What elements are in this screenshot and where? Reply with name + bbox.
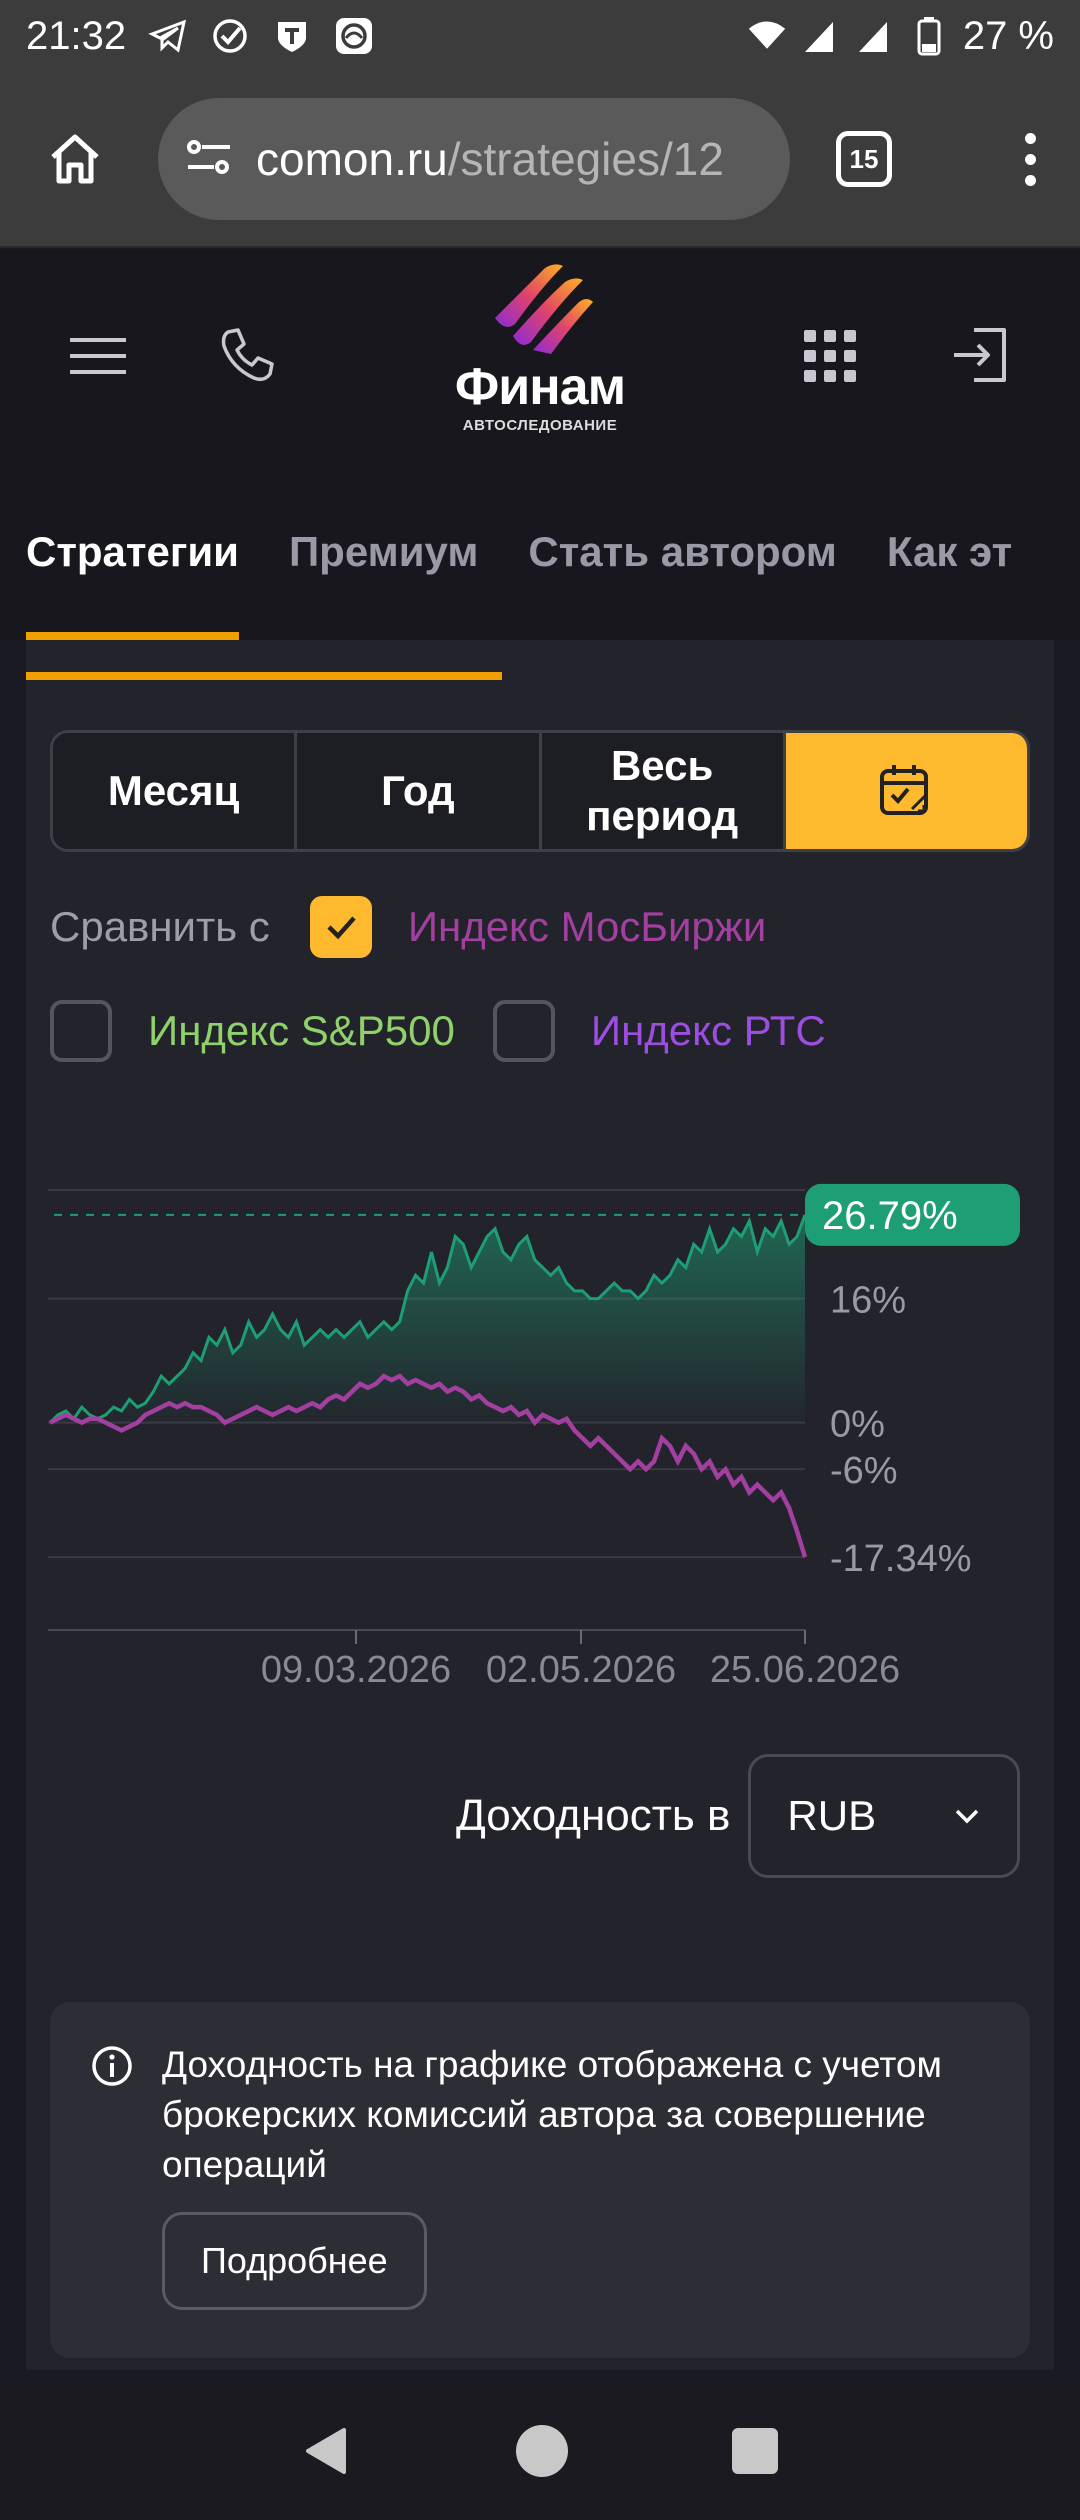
system-navigation-bar	[0, 2382, 1080, 2520]
wifi-icon	[747, 16, 787, 56]
url-host: comon.ru	[256, 133, 448, 185]
info-icon	[90, 2044, 134, 2093]
battery-icon	[909, 16, 949, 56]
hamburger-menu-icon[interactable]	[68, 336, 128, 381]
rts-label[interactable]: Индекс РТС	[591, 1007, 826, 1055]
logo-name: Финам	[454, 358, 626, 416]
x-tick-label: 09.03.2026	[261, 1649, 451, 1691]
signal-icon-2	[855, 16, 895, 56]
currency-select[interactable]: RUB	[748, 1754, 1021, 1878]
period-selector: Месяц Год Весь период	[50, 730, 1030, 852]
status-time: 21:32	[26, 13, 127, 58]
calendar-icon	[880, 765, 929, 815]
browser-menu-icon[interactable]	[1010, 132, 1050, 186]
signal-icon	[801, 16, 841, 56]
finam-logo[interactable]: Финам АВТОСЛЕДОВАНИЕ	[440, 258, 640, 438]
compare-label: Сравнить с	[50, 903, 270, 950]
phone-icon[interactable]	[218, 326, 276, 389]
check-circle-icon	[210, 16, 250, 56]
moex-checkbox[interactable]	[309, 896, 372, 958]
recents-icon[interactable]	[730, 2426, 780, 2476]
compare-row-2: Индекс S&P500 Индекс РТС	[50, 1000, 826, 1062]
tab-become-author[interactable]: Стать автором	[528, 520, 836, 640]
period-all-button[interactable]: Весь период	[541, 733, 786, 849]
chevron-down-icon	[956, 1809, 979, 1824]
info-text: Доходность на графике отображена с учето…	[162, 2044, 942, 2185]
custom-period-button[interactable]	[785, 733, 1027, 849]
home-icon[interactable]	[30, 114, 120, 204]
currency-row: Доходность в RUB	[456, 1754, 1021, 1878]
tab-premium[interactable]: Премиум	[289, 520, 478, 640]
period-all-line2: период	[586, 792, 739, 839]
tab-how-it-works[interactable]: Как эт	[887, 520, 1012, 640]
y-tick-label: 16%	[830, 1280, 906, 1322]
finam-logo-mark	[495, 264, 593, 354]
app-globe-icon	[334, 16, 374, 56]
moex-label[interactable]: Индекс МосБиржи	[408, 903, 767, 951]
apps-grid-icon[interactable]	[804, 330, 856, 387]
back-icon[interactable]	[300, 2424, 354, 2478]
tab-count: 15	[849, 143, 879, 174]
y-tick-label: -6%	[830, 1450, 898, 1492]
compare-row: Сравнить с Индекс МосБиржи	[50, 896, 766, 958]
more-details-button[interactable]: Подробнее	[162, 2212, 427, 2310]
tab-strategies[interactable]: Стратегии	[26, 520, 239, 640]
address-bar[interactable]: comon.ru/strategies/12	[158, 98, 790, 220]
url-path: /strategies/12	[447, 133, 724, 185]
rts-checkbox[interactable]	[492, 1000, 555, 1062]
x-tick-label: 02.05.2026	[486, 1649, 676, 1691]
currency-value: RUB	[787, 1792, 877, 1839]
site-settings-icon[interactable]	[184, 135, 234, 184]
period-all-line1: Весь	[610, 741, 714, 789]
sp500-label[interactable]: Индекс S&P500	[148, 1007, 455, 1055]
telegram-icon	[148, 16, 188, 56]
yield-chart[interactable]: 16% 0%-6% 26.79% -17.34% 09.03.2026 02.05.202…	[40, 1120, 1020, 1700]
home-circle-icon[interactable]	[514, 2423, 570, 2479]
sp500-checkbox[interactable]	[50, 1000, 112, 1062]
tab-switcher-button[interactable]: 15	[836, 131, 892, 187]
period-year-button[interactable]: Год	[297, 733, 542, 849]
browser-toolbar: comon.ru/strategies/12 15	[0, 72, 1080, 248]
site-nav-tabs: Стратегии Премиум Стать автором Как эт	[0, 520, 1080, 640]
battery-percent: 27 %	[962, 13, 1054, 58]
login-icon[interactable]	[950, 326, 1010, 389]
strategy-value-label: 26.79%	[822, 1194, 958, 1238]
commission-info-card: Доходность на графике отображена с учето…	[50, 2002, 1030, 2358]
y-tick-label: 0%	[830, 1404, 885, 1446]
logo-subtitle: АВТОСЛЕДОВАНИЕ	[462, 417, 618, 434]
checkmark-icon	[327, 916, 356, 940]
t-bank-icon	[272, 16, 312, 56]
moex-value-label: -17.34%	[830, 1538, 972, 1580]
currency-label: Доходность в	[456, 1791, 731, 1840]
status-bar: 21:32 27 %	[0, 0, 1080, 72]
x-tick-label: 25.06.2026	[710, 1649, 900, 1691]
period-month-button[interactable]: Месяц	[53, 733, 298, 849]
section-tab-indicator	[26, 672, 502, 680]
